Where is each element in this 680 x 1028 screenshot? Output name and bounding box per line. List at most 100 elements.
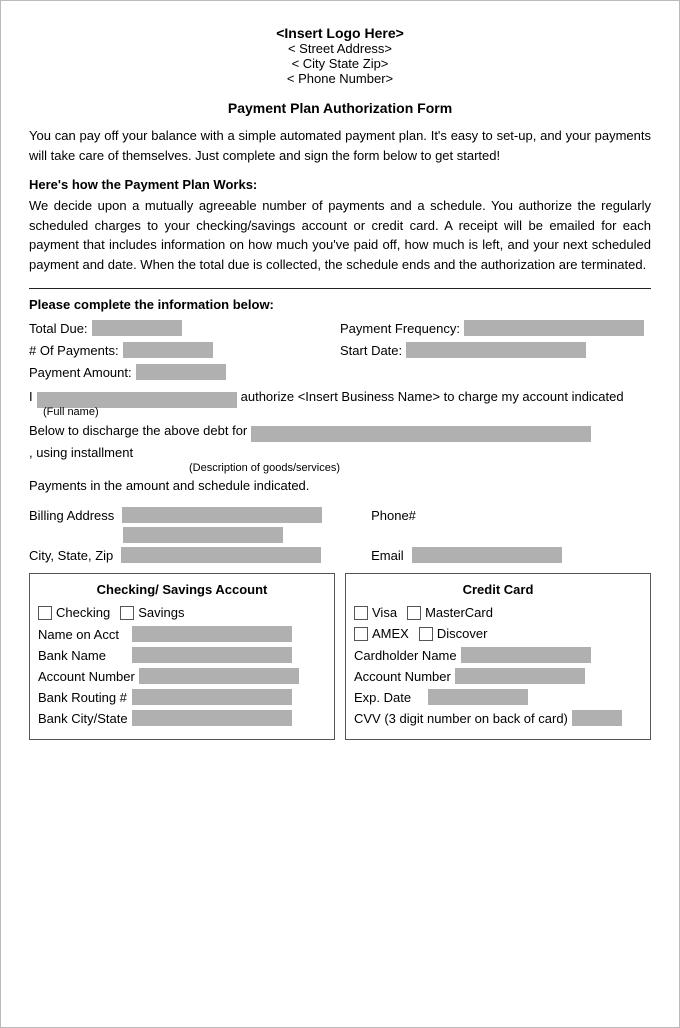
- col-email: Email: [371, 547, 651, 563]
- visa-checkbox-item[interactable]: Visa: [354, 605, 397, 620]
- exp-date-label: Exp. Date: [354, 690, 424, 705]
- email-label: Email: [371, 548, 404, 563]
- city-state-zip: < City State Zip>: [29, 56, 651, 71]
- start-date-input[interactable]: [406, 342, 586, 358]
- cvv-row: CVV (3 digit number on back of card): [354, 710, 642, 726]
- using-installment-text: , using installment: [29, 442, 133, 464]
- visa-checkbox[interactable]: [354, 606, 368, 620]
- phone-number: < Phone Number>: [29, 71, 651, 86]
- debt-row: Below to discharge the above debt for , …: [29, 420, 651, 464]
- logo-text: <Insert Logo Here>: [29, 25, 651, 41]
- billing-section: Billing Address Phone# City, State, Zip …: [29, 507, 651, 563]
- num-payments-input[interactable]: [123, 342, 213, 358]
- discover-label: Discover: [437, 626, 488, 641]
- cardholder-name-row: Cardholder Name: [354, 647, 642, 663]
- mastercard-label: MasterCard: [425, 605, 493, 620]
- email-input[interactable]: [412, 547, 562, 563]
- bank-name-label: Bank Name: [38, 648, 128, 663]
- intro-text: You can pay off your balance with a simp…: [29, 126, 651, 165]
- savings-checkbox[interactable]: [120, 606, 134, 620]
- exp-date-input[interactable]: [428, 689, 528, 705]
- col-billing-address: Billing Address: [29, 507, 371, 523]
- name-on-acct-input[interactable]: [132, 626, 292, 642]
- visa-mastercard-row: Visa MasterCard: [354, 605, 642, 620]
- city-state-zip-input[interactable]: [121, 547, 321, 563]
- bank-routing-input[interactable]: [132, 689, 292, 705]
- col-payment-frequency: Payment Frequency:: [340, 320, 651, 336]
- bank-city-state-label: Bank City/State: [38, 711, 128, 726]
- credit-card-panel: Credit Card Visa MasterCard AMEX: [345, 573, 651, 740]
- payments-text: Payments in the amount and schedule indi…: [29, 478, 651, 493]
- payment-amount-label: Payment Amount:: [29, 365, 132, 380]
- city-state-zip-row: City, State, Zip Email: [29, 547, 651, 563]
- total-due-label: Total Due:: [29, 321, 88, 336]
- cvv-label: CVV (3 digit number on back of card): [354, 711, 568, 726]
- cc-account-number-row: Account Number: [354, 668, 642, 684]
- checking-savings-panel: Checking/ Savings Account Checking Savin…: [29, 573, 335, 740]
- city-state-zip-label: City, State, Zip: [29, 548, 113, 563]
- total-due-input[interactable]: [92, 320, 182, 336]
- amex-checkbox[interactable]: [354, 627, 368, 641]
- account-number-label: Account Number: [38, 669, 135, 684]
- row-num-payments: # Of Payments: Start Date:: [29, 342, 651, 358]
- authorize-i: I: [29, 386, 33, 408]
- bank-name-input[interactable]: [132, 647, 292, 663]
- col-city-state-zip: City, State, Zip: [29, 547, 371, 563]
- bank-city-state-input[interactable]: [132, 710, 292, 726]
- discover-checkbox[interactable]: [419, 627, 433, 641]
- bank-name-row: Bank Name: [38, 647, 326, 663]
- bank-city-state-row: Bank City/State: [38, 710, 326, 726]
- how-it-works-heading: Here's how the Payment Plan Works:: [29, 177, 651, 192]
- credit-card-title: Credit Card: [354, 582, 642, 597]
- section-label: Please complete the information below:: [29, 297, 651, 312]
- checking-label: Checking: [56, 605, 110, 620]
- checking-checkbox[interactable]: [38, 606, 52, 620]
- below-text: Below to discharge the above debt for: [29, 420, 247, 442]
- mastercard-checkbox[interactable]: [407, 606, 421, 620]
- authorize-row: I authorize <Insert Business Name> to ch…: [29, 386, 651, 408]
- bank-routing-label: Bank Routing #: [38, 690, 128, 705]
- num-payments-label: # Of Payments:: [29, 343, 119, 358]
- street-address: < Street Address>: [29, 41, 651, 56]
- amex-checkbox-item[interactable]: AMEX: [354, 626, 409, 641]
- exp-date-row: Exp. Date: [354, 689, 642, 705]
- account-number-input[interactable]: [139, 668, 299, 684]
- billing-address-input2[interactable]: [123, 527, 283, 543]
- billing-address-label: Billing Address: [29, 508, 114, 523]
- payment-amount-input[interactable]: [136, 364, 226, 380]
- divider: [29, 288, 651, 289]
- payment-frequency-input[interactable]: [464, 320, 644, 336]
- cvv-input[interactable]: [572, 710, 622, 726]
- description-sublabel: (Description of goods/services): [189, 462, 651, 474]
- billing-address-row: Billing Address Phone#: [29, 507, 651, 523]
- form-title: Payment Plan Authorization Form: [29, 100, 651, 116]
- name-on-acct-row: Name on Acct: [38, 626, 326, 642]
- cc-account-number-input[interactable]: [455, 668, 585, 684]
- checking-savings-title: Checking/ Savings Account: [38, 582, 326, 597]
- discover-checkbox-item[interactable]: Discover: [419, 626, 488, 641]
- page: <Insert Logo Here> < Street Address> < C…: [0, 0, 680, 1028]
- start-date-label: Start Date:: [340, 343, 402, 358]
- checking-savings-checkboxes: Checking Savings: [38, 605, 326, 620]
- row-total-due: Total Due: Payment Frequency:: [29, 320, 651, 336]
- authorize-text: authorize <Insert Business Name> to char…: [241, 386, 624, 408]
- col-start-date: Start Date:: [340, 342, 651, 358]
- mastercard-checkbox-item[interactable]: MasterCard: [407, 605, 493, 620]
- amex-label: AMEX: [372, 626, 409, 641]
- cardholder-name-input[interactable]: [461, 647, 591, 663]
- col-num-payments: # Of Payments:: [29, 342, 340, 358]
- cardholder-name-label: Cardholder Name: [354, 648, 457, 663]
- savings-label: Savings: [138, 605, 184, 620]
- bank-routing-row: Bank Routing #: [38, 689, 326, 705]
- checking-checkbox-item[interactable]: Checking: [38, 605, 110, 620]
- description-input[interactable]: [251, 426, 591, 442]
- phone-label: Phone#: [371, 508, 416, 523]
- amex-discover-row: AMEX Discover: [354, 626, 642, 641]
- cc-account-number-label: Account Number: [354, 669, 451, 684]
- billing-address-input[interactable]: [122, 507, 322, 523]
- savings-checkbox-item[interactable]: Savings: [120, 605, 184, 620]
- name-on-acct-label: Name on Acct: [38, 627, 128, 642]
- col-total-due: Total Due:: [29, 320, 340, 336]
- two-panel: Checking/ Savings Account Checking Savin…: [29, 573, 651, 740]
- header: <Insert Logo Here> < Street Address> < C…: [29, 25, 651, 86]
